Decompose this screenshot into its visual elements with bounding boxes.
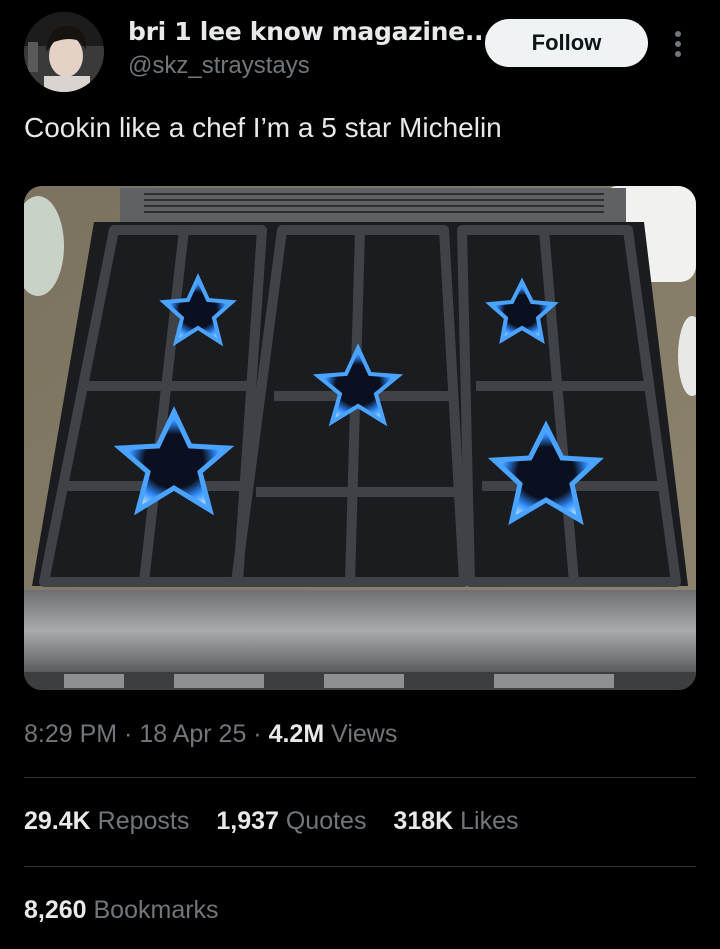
likes-stat[interactable]: 318K Likes — [393, 807, 518, 836]
separator: · — [246, 720, 269, 748]
reposts-stat[interactable]: 29.4K Reposts — [24, 807, 189, 836]
engagement-stats: 29.4K Reposts 1,937 Quotes 318K Likes — [24, 807, 539, 836]
reposts-count: 29.4K — [24, 807, 91, 835]
more-vertical-icon[interactable] — [666, 28, 690, 60]
avatar[interactable] — [24, 12, 104, 92]
tweet-timestamp-row: 8:29 PM · 18 Apr 25 · 4.2M Views — [24, 720, 397, 749]
display-name[interactable]: bri 1 lee know magazine... — [128, 17, 493, 46]
follow-button[interactable]: Follow — [485, 19, 648, 67]
tweet-text: Cookin like a chef I’m a 5 star Michelin — [24, 112, 502, 143]
views-label: Views — [324, 720, 398, 748]
divider — [24, 777, 696, 778]
divider — [24, 866, 696, 867]
reposts-label: Reposts — [90, 807, 190, 835]
user-handle[interactable]: @skz_straystays — [128, 52, 310, 80]
bookmarks-stat[interactable]: 8,260 Bookmarks — [24, 896, 219, 925]
likes-count: 318K — [393, 807, 454, 835]
tweet-media-photo[interactable] — [24, 186, 696, 690]
quotes-count: 1,937 — [216, 807, 279, 835]
views-count: 4.2M — [268, 720, 325, 748]
likes-label: Likes — [453, 807, 519, 835]
bookmarks-count: 8,260 — [24, 896, 87, 924]
tweet-time[interactable]: 8:29 PM — [24, 720, 117, 748]
stovetop-photo — [24, 186, 696, 690]
avatar-image — [24, 12, 104, 92]
tweet-date[interactable]: 18 Apr 25 — [139, 720, 246, 748]
quotes-stat[interactable]: 1,937 Quotes — [216, 807, 366, 836]
quotes-label: Quotes — [278, 807, 367, 835]
bookmarks-label: Bookmarks — [86, 896, 219, 924]
tweet-header: bri 1 lee know magazine... @skz_straysta… — [0, 0, 720, 100]
separator: · — [117, 720, 140, 748]
